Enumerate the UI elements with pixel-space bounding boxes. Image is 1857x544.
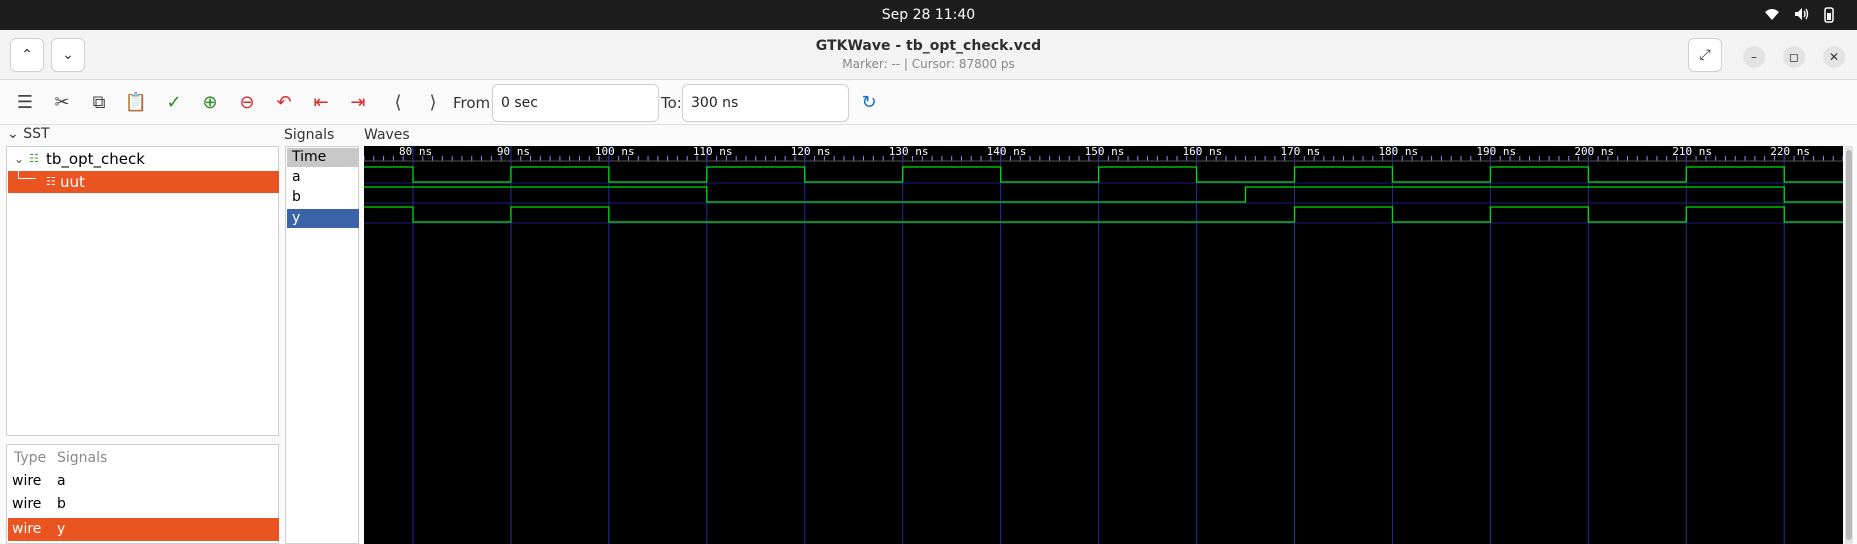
signal-row-a[interactable]: a [287,168,359,187]
toolbar: ☰ ✂ ⧉ 📋 ✓ ⊕ ⊖ ↶ ⇤ ⇥ ⟨ ⟩ From: To: ↻ [0,81,1857,125]
time-row[interactable]: Time [287,148,359,167]
time-tick-label: 150 ns [1085,146,1125,158]
vertical-scrollbar[interactable] [1845,146,1853,544]
expand-icon: ⤢ [1699,47,1711,63]
time-tick-label: 100 ns [595,146,635,158]
signal-row-b[interactable]: b [287,188,359,207]
select-all-icon[interactable]: ✓ [161,91,187,115]
signal-row-y[interactable]: y [287,209,359,228]
copy-icon[interactable]: ⧉ [86,91,112,115]
time-tick-label: 120 ns [791,146,831,158]
hierarchy-icon: ☷ [46,175,56,188]
wifi-icon[interactable] [1764,7,1780,25]
undo-zoom-icon[interactable]: ↶ [271,91,297,115]
time-tick-label: 200 ns [1574,146,1614,158]
fullscreen-button[interactable]: ⤢ [1688,38,1722,72]
tree-item-uut[interactable]: ☷ uut [8,165,279,193]
waves-pane-label: Waves [364,127,410,143]
time-tick-label: 220 ns [1770,146,1810,158]
time-tick-label: 190 ns [1476,146,1516,158]
signals-pane-label: Signals [284,127,335,143]
menu-icon[interactable]: ☰ [12,91,38,115]
clock[interactable]: Sep 28 11:40 [0,7,1857,23]
time-tick-label: 80 ns [399,146,432,158]
time-tick-label: 210 ns [1672,146,1712,158]
list-item[interactable]: wire a [8,470,279,493]
scrollbar-thumb[interactable] [1846,150,1852,540]
sst-signal-list: Type Signals wire a wire b wire y [6,444,279,544]
from-input[interactable] [492,84,659,122]
chevron-down-icon: ⌄ [7,126,19,142]
time-tick-label: 90 ns [497,146,530,158]
time-tick-label: 160 ns [1183,146,1223,158]
list-item[interactable]: wire y [8,518,279,541]
sst-label: SST [23,126,50,142]
maximize-button[interactable]: ◻ [1783,46,1805,68]
maximize-icon: ◻ [1789,50,1799,64]
close-button[interactable]: ✕ [1823,46,1845,68]
signals-column-header[interactable]: Signals [57,447,107,470]
signal-type: wire [12,496,42,512]
time-tick-label: 170 ns [1280,146,1320,158]
tree-item-tb-opt-check[interactable]: ⌄ ☷ tb_opt_check [8,148,279,170]
from-label: From: [453,94,496,112]
to-input[interactable] [682,84,849,122]
zoom-in-icon[interactable]: ⊕ [197,91,223,115]
minimize-icon: – [1751,50,1757,64]
close-icon: ✕ [1828,50,1840,64]
signal-name: b [57,496,66,512]
tree-item-label: tb_opt_check [46,150,145,168]
cut-icon[interactable]: ✂ [49,91,75,115]
signal-name: y [57,521,66,537]
tree-connector [18,165,36,179]
time-tick-label: 180 ns [1378,146,1418,158]
signal-type: wire [12,521,42,537]
tree-item-label: uut [60,173,85,191]
time-tick-label: 140 ns [987,146,1027,158]
time-tick-label: 110 ns [693,146,733,158]
signals-pane: Time a b y [285,146,359,544]
system-top-bar: Sep 28 11:40 [0,0,1857,30]
to-label: To: [661,94,682,112]
sst-header[interactable]: ⌄ SST [7,126,50,142]
volume-icon[interactable] [1794,7,1810,25]
waves-background [364,146,1843,544]
window-title: GTKWave - tb_opt_check.vcd [815,38,1042,54]
list-item[interactable]: wire b [8,493,279,516]
list-header: Type Signals [8,447,279,470]
reload-icon[interactable]: ↻ [856,91,882,115]
zoom-to-start-icon[interactable]: ⇤ [308,91,334,115]
next-edge-icon[interactable]: ⟩ [420,91,446,115]
sst-tree: ⌄ ☷ tb_opt_check ☷ uut [6,146,279,436]
previous-edge-icon[interactable]: ⟨ [385,91,411,115]
minimize-button[interactable]: – [1743,46,1765,68]
time-tick-label: 130 ns [889,146,929,158]
battery-icon[interactable] [1822,7,1836,27]
zoom-to-end-icon[interactable]: ⇥ [345,91,371,115]
type-column-header[interactable]: Type [14,447,46,470]
signal-type: wire [12,473,42,489]
paste-icon[interactable]: 📋 [123,91,149,115]
waveform-canvas[interactable]: 80 ns 90 ns 100 ns 110 ns 120 ns 130 ns 140 ns… [364,146,1843,544]
signal-name: a [57,473,66,489]
marker-cursor-status: Marker: -- | Cursor: 87800 ps [842,57,1015,71]
window-titlebar: ⌃ ⌄ GTKWave - tb_opt_check.vcd Marker: -… [0,30,1857,80]
zoom-out-icon[interactable]: ⊖ [234,91,260,115]
